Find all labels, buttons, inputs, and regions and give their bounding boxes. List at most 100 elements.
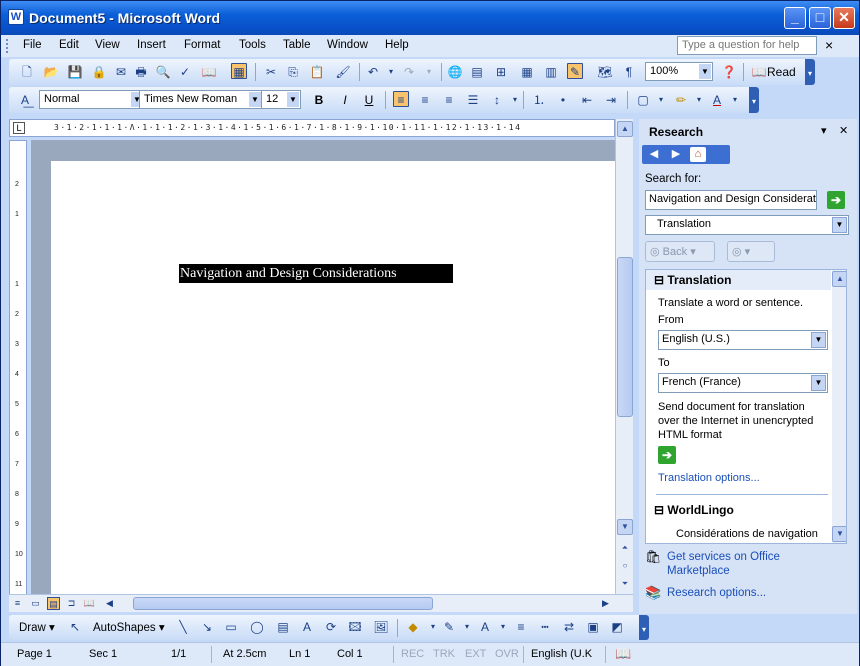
italic-button[interactable]: I [337,92,353,108]
menu-edit[interactable]: Edit [59,39,79,51]
justify-icon[interactable]: ☰ [465,92,481,108]
increase-indent-icon[interactable]: ⇥ [603,92,619,108]
results-scroll-down-icon[interactable]: ▼ [832,526,846,542]
spelling-icon[interactable]: ✓ [177,64,193,80]
underline-button[interactable]: U [361,92,377,108]
clip-art-icon[interactable]: 🖾 [347,619,363,635]
select-objects-icon[interactable]: ↖ [67,619,83,635]
outline-view-icon[interactable]: ⊐ [65,597,78,610]
horizontal-scrollbar[interactable]: ≡ ▭ ▤ ⊐ 📖 ◀ ▶ [9,594,633,612]
columns-icon[interactable]: ▥ [543,64,559,80]
picture-icon[interactable]: 🖼 [373,619,389,635]
formatting-options-chevron-icon[interactable]: ▾ [749,87,759,113]
undo-dropdown-icon[interactable]: ▾ [383,64,399,80]
paste-icon[interactable]: 📋 [309,64,325,80]
status-ovr[interactable]: OVR [495,648,519,660]
research-options-link[interactable]: Research options... [667,586,766,600]
print-icon[interactable]: 🖶 [133,64,149,80]
wordart-icon[interactable]: A [299,619,315,635]
selected-text[interactable]: Navigation and Design Considerations [179,264,453,283]
scroll-right-icon[interactable]: ▶ [599,597,612,610]
font-color-icon[interactable]: A [709,92,725,108]
arrow-style-icon[interactable]: ⇄ [561,619,577,635]
collapse-translation-icon[interactable]: ⊟ [654,273,667,287]
scroll-up-icon[interactable]: ▲ [617,121,633,137]
insert-excel-icon[interactable]: ▦ [519,64,535,80]
search-for-input[interactable]: Navigation and Design Considerations [645,190,817,210]
cut-icon[interactable]: ✂ [263,64,279,80]
read-mode-icon[interactable]: 📖 [751,64,767,80]
reading-layout-icon[interactable]: 📖 [83,597,96,610]
line-color-dropdown-icon[interactable]: ▾ [459,619,475,635]
menu-view[interactable]: View [95,39,120,51]
research-icon[interactable]: 📖 [201,64,217,80]
new-document-icon[interactable]: 🗋 [19,64,35,80]
font-dropdown[interactable]: Times New Roman ▼ [139,90,263,109]
menu-table[interactable]: Table [283,39,311,51]
close-document-icon[interactable]: × [825,37,833,53]
results-scrollbar[interactable]: ▲ ▼ [832,270,846,543]
scroll-left-icon[interactable]: ◀ [103,597,116,610]
pane-close-icon[interactable]: ✕ [839,124,848,137]
fill-color-icon[interactable]: ◆ [405,619,421,635]
close-button[interactable]: ✕ [833,7,855,29]
toolbar-options-chevron-icon[interactable]: ▾ [805,59,815,85]
fill-color-dropdown-icon[interactable]: ▾ [425,619,441,635]
research-forward-button[interactable]: ◎ ▾ [727,241,775,262]
draw-menu[interactable]: Draw ▾ [19,620,55,634]
print-preview-icon[interactable]: 🔍 [155,64,171,80]
vertical-scroll-thumb[interactable] [617,257,633,417]
status-trk[interactable]: TRK [433,648,455,660]
highlight-dropdown-icon[interactable]: ▾ [691,92,707,108]
research-back-button[interactable]: ◎ Back ▾ [645,241,715,262]
word-app-icon[interactable]: W [8,9,24,25]
permission-icon[interactable]: 🔒 [91,64,107,80]
font-size-dropdown[interactable]: 12 ▼ [261,90,301,109]
highlight-icon[interactable]: ✏ [673,92,689,108]
document-page[interactable] [51,161,615,596]
styles-formatting-icon[interactable]: A͟ [17,92,33,108]
status-rec[interactable]: REC [401,648,424,660]
status-ext[interactable]: EXT [465,648,486,660]
from-language-dropdown[interactable]: English (U.S.) ▼ [658,330,828,350]
drawing-options-chevron-icon[interactable]: ▾ [639,615,649,640]
web-layout-icon[interactable]: ▭ [29,597,42,610]
bullets-icon[interactable]: • [555,92,571,108]
horizontal-scroll-thumb[interactable] [133,597,433,610]
save-icon[interactable]: 💾 [67,64,83,80]
rectangle-icon[interactable]: ▭ [223,619,239,635]
menu-file[interactable]: File [23,39,42,51]
reference-service-dropdown[interactable]: Translation ▼ [645,215,849,235]
service-arrow-icon[interactable]: ▼ [832,217,847,233]
read-button[interactable]: Read [767,65,796,79]
zoom-dropdown[interactable]: 100% ▼ [645,62,713,81]
format-painter-icon[interactable]: 🖌 [335,64,351,80]
scroll-down-icon[interactable]: ▼ [617,519,633,535]
translation-section-header[interactable]: ⊟ Translation [646,270,831,290]
copy-icon[interactable]: ⎘ [285,64,301,80]
decrease-indent-icon[interactable]: ⇤ [579,92,595,108]
collapse-worldlingo-icon[interactable]: ⊟ [654,503,667,517]
undo-icon[interactable]: ↶ [365,64,381,80]
line-icon[interactable]: ╲ [175,619,191,635]
diagram-icon[interactable]: ⟳ [323,619,339,635]
get-services-link[interactable]: Get services on Office Marketplace [667,550,797,578]
help-icon[interactable]: ❓ [721,64,737,80]
shadow-style-icon[interactable]: ▣ [585,619,601,635]
dash-style-icon[interactable]: ┅ [537,619,553,635]
research-active-icon[interactable]: ▦ [231,63,247,79]
email-icon[interactable]: ✉ [113,64,129,80]
tab-selector-icon[interactable]: L [13,122,25,134]
line-color-icon[interactable]: ✎ [441,619,457,635]
pane-back-icon[interactable]: ◀ [646,147,662,162]
drawing-toggle-icon[interactable]: ✎ [567,63,583,79]
menu-format[interactable]: Format [184,39,220,51]
pane-forward-icon[interactable]: ▶ [668,147,684,162]
align-right-icon[interactable]: ≡ [441,92,457,108]
line-spacing-icon[interactable]: ↕ [489,92,505,108]
align-left-icon[interactable]: ≡ [393,91,409,107]
draw-font-color-dropdown-icon[interactable]: ▾ [495,619,511,635]
zoom-arrow-icon[interactable]: ▼ [699,64,711,79]
pane-menu-icon[interactable]: ▾ [821,124,827,137]
open-folder-icon[interactable]: 📂 [43,64,59,80]
